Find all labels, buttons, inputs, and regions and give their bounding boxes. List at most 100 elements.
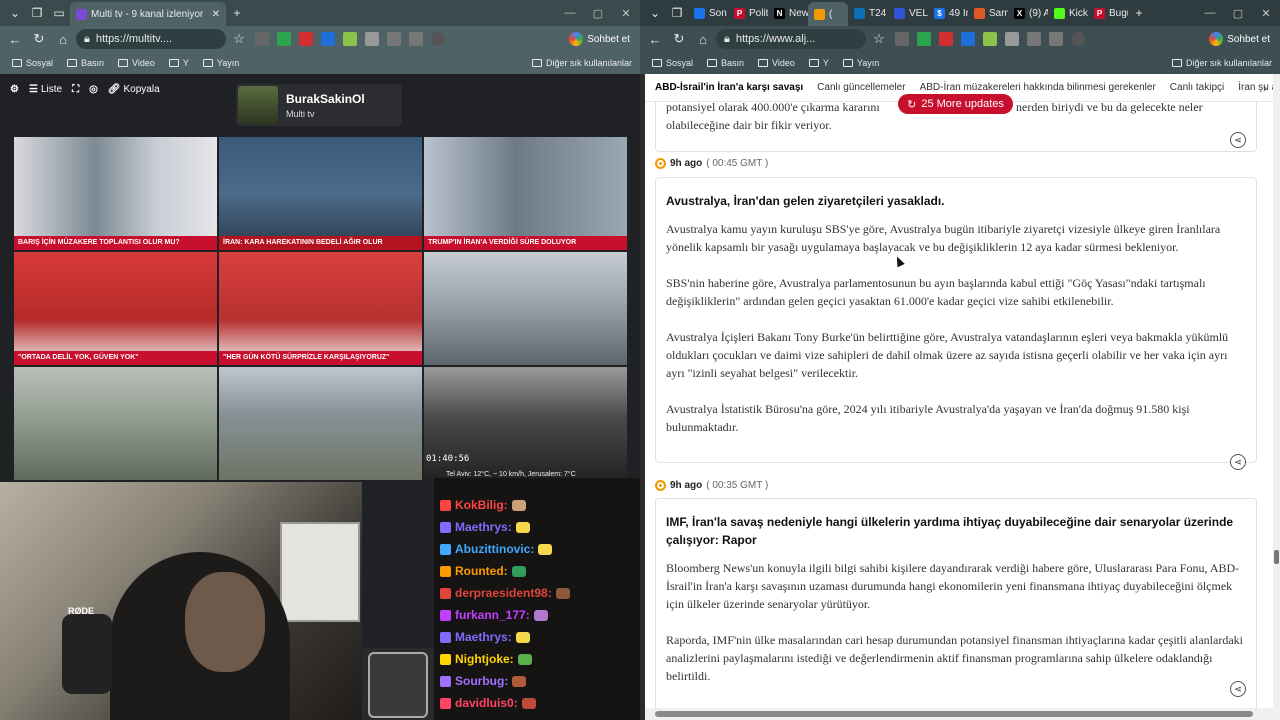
new-tab-icon[interactable]: + <box>1128 2 1150 24</box>
scrollbar-thumb[interactable] <box>1274 550 1279 564</box>
bookmark-folder[interactable]: Yayın <box>839 58 883 68</box>
tab-multitv[interactable]: Multi tv - 9 kanal izleniyor ✕ <box>70 2 226 26</box>
nav-tab-war[interactable]: ABD-İsrail'in İran'a karşı savaşı <box>655 82 803 93</box>
bookmark-label: Yayın <box>856 58 880 68</box>
browser-tab[interactable]: $49 In <box>928 2 968 24</box>
extension-icon[interactable] <box>299 32 313 46</box>
split-screen-icon[interactable] <box>387 32 401 46</box>
pip-button[interactable]: ◎ <box>89 84 98 95</box>
tab-actions-icon[interactable]: ⌄ <box>4 2 26 24</box>
video-tile[interactable] <box>14 367 217 480</box>
new-tab-icon[interactable]: + <box>226 2 248 24</box>
share-icon[interactable]: ⋖ <box>1230 681 1246 697</box>
bookmark-folder[interactable]: Video <box>114 58 159 68</box>
extension-icon[interactable] <box>365 32 379 46</box>
extension-icon[interactable] <box>961 32 975 46</box>
browser-tab[interactable]: Sam <box>968 2 1008 24</box>
share-icon[interactable]: ⋖ <box>1230 454 1246 470</box>
post-paragraph: SBS'nin haberine göre, Avustralya parlam… <box>666 276 1206 308</box>
browser-tab[interactable]: X (9) A <box>1008 2 1048 24</box>
extension-icon[interactable] <box>1005 32 1019 46</box>
browser-tab[interactable]: P Politi <box>728 2 768 24</box>
favorites-icon[interactable] <box>409 32 423 46</box>
bookmark-folder[interactable]: Y <box>165 58 193 68</box>
avatar[interactable] <box>1071 32 1085 46</box>
split-screen-icon[interactable] <box>1027 32 1041 46</box>
favorite-star-icon[interactable]: ☆ <box>228 28 250 50</box>
video-tile[interactable]: İRAN: KARA HAREKATININ BEDELİ AĞIR OLUR <box>219 137 422 250</box>
address-bar[interactable]: 🔒︎ https://multitv.... <box>76 29 226 49</box>
bookmark-folder[interactable]: Y <box>805 58 833 68</box>
workspaces-icon[interactable]: ❐ <box>26 2 48 24</box>
more-updates-button[interactable]: ↻ 25 More updates <box>898 94 1013 114</box>
video-tile[interactable]: TRUMP'IN İRAN'A VERDİĞİ SÜRE DOLUYOR <box>424 137 627 250</box>
vertical-scrollbar[interactable] <box>1273 74 1280 720</box>
minimize-icon[interactable]: — <box>1196 7 1224 20</box>
back-icon[interactable]: ← <box>644 28 666 50</box>
nav-tab-live-tracker[interactable]: Canlı takipçi <box>1170 82 1224 93</box>
vertical-tabs-icon[interactable]: ▭ <box>48 2 70 24</box>
other-bookmarks[interactable]: Diğer sık kullanılanlar <box>528 58 640 68</box>
bookmark-folder[interactable]: Sosyal <box>648 58 697 68</box>
home-icon[interactable]: ⌂ <box>692 28 714 50</box>
browser-tab[interactable]: P Bugü <box>1088 2 1128 24</box>
browser-tab[interactable]: ( <box>808 2 848 26</box>
avatar[interactable] <box>431 32 445 46</box>
chevron-right-icon[interactable]: › <box>1263 81 1267 95</box>
refresh-icon[interactable]: ↻ <box>28 28 50 50</box>
nav-tab-iran-now[interactable]: İran şu anda dah <box>1238 82 1273 93</box>
extension-icon[interactable] <box>939 32 953 46</box>
close-tab-icon[interactable]: ✕ <box>206 9 220 20</box>
tab-actions-icon[interactable]: ⌄ <box>644 2 666 24</box>
extension-icon[interactable] <box>277 32 291 46</box>
fullscreen-button[interactable]: ⛶ <box>72 84 79 95</box>
extension-icon[interactable] <box>917 32 931 46</box>
maximize-icon[interactable]: ▢ <box>584 7 612 20</box>
copilot-button[interactable]: Sohbet et <box>569 32 636 46</box>
copy-button[interactable]: 🔗︎ Kopyala <box>108 84 160 95</box>
extension-icon[interactable] <box>343 32 357 46</box>
favorites-icon[interactable] <box>1049 32 1063 46</box>
bookmark-folder[interactable]: Basın <box>63 58 108 68</box>
video-tile[interactable]: "HER GÜN KÖTÜ SÜRPRİZLE KARŞILAŞIYORUZ" <box>219 252 422 365</box>
video-tile[interactable]: 01:40:56 Tel Aviv: 12°C, ~ 10 km/h, Jeru… <box>424 367 627 480</box>
scrollbar-thumb[interactable] <box>655 711 1253 717</box>
close-window-icon[interactable]: ✕ <box>612 7 640 20</box>
close-window-icon[interactable]: ✕ <box>1252 7 1280 20</box>
workspaces-icon[interactable]: ❐ <box>666 2 688 24</box>
favorite-star-icon[interactable]: ☆ <box>868 28 890 50</box>
bookmark-folder[interactable]: Sosyal <box>8 58 57 68</box>
video-tile[interactable]: BARIŞ İÇİN MÜZAKERE TOPLANTISI OLUR MU? <box>14 137 217 250</box>
maximize-icon[interactable]: ▢ <box>1224 7 1252 20</box>
bookmark-folder[interactable]: Yayın <box>199 58 243 68</box>
copilot-button[interactable]: Sohbet et <box>1209 32 1276 46</box>
user-badge-icon <box>440 653 451 665</box>
address-bar[interactable]: 🔒︎ https://www.alj... <box>716 29 866 49</box>
extension-icon[interactable] <box>321 32 335 46</box>
settings-button[interactable]: ⚙ <box>10 84 19 95</box>
nav-tab-live-updates[interactable]: Canlı güncellemeler <box>817 82 905 93</box>
browser-tab[interactable]: VELO <box>888 2 928 24</box>
list-button[interactable]: ☰ Liste <box>29 84 62 95</box>
bookmark-folder[interactable]: Video <box>754 58 799 68</box>
browser-tab[interactable]: N New <box>768 2 808 24</box>
home-icon[interactable]: ⌂ <box>52 28 74 50</box>
video-tile[interactable] <box>219 367 422 480</box>
refresh-icon[interactable]: ↻ <box>668 28 690 50</box>
bookmark-folder[interactable]: Basın <box>703 58 748 68</box>
back-icon[interactable]: ← <box>4 28 26 50</box>
other-bookmarks[interactable]: Diğer sık kullanılanlar <box>1168 58 1280 68</box>
video-tile[interactable] <box>424 252 627 365</box>
extension-icon[interactable] <box>255 32 269 46</box>
share-icon[interactable]: ⋖ <box>1230 132 1246 148</box>
extension-icon[interactable] <box>895 32 909 46</box>
minimize-icon[interactable]: — <box>556 7 584 20</box>
browser-tab[interactable]: Son <box>688 2 728 24</box>
browser-tab[interactable]: Kick <box>1048 2 1088 24</box>
extension-icon[interactable] <box>983 32 997 46</box>
channel-card[interactable]: BurakSakinOl Multi tv <box>236 84 402 126</box>
nav-tab-negotiations[interactable]: ABD-İran müzakereleri hakkında bilinmesi… <box>920 82 1156 93</box>
horizontal-scrollbar[interactable] <box>645 708 1273 720</box>
browser-tab[interactable]: T24 <box>848 2 888 24</box>
video-tile[interactable]: "ORTADA DELİL YOK, GÜVEN YOK" <box>14 252 217 365</box>
